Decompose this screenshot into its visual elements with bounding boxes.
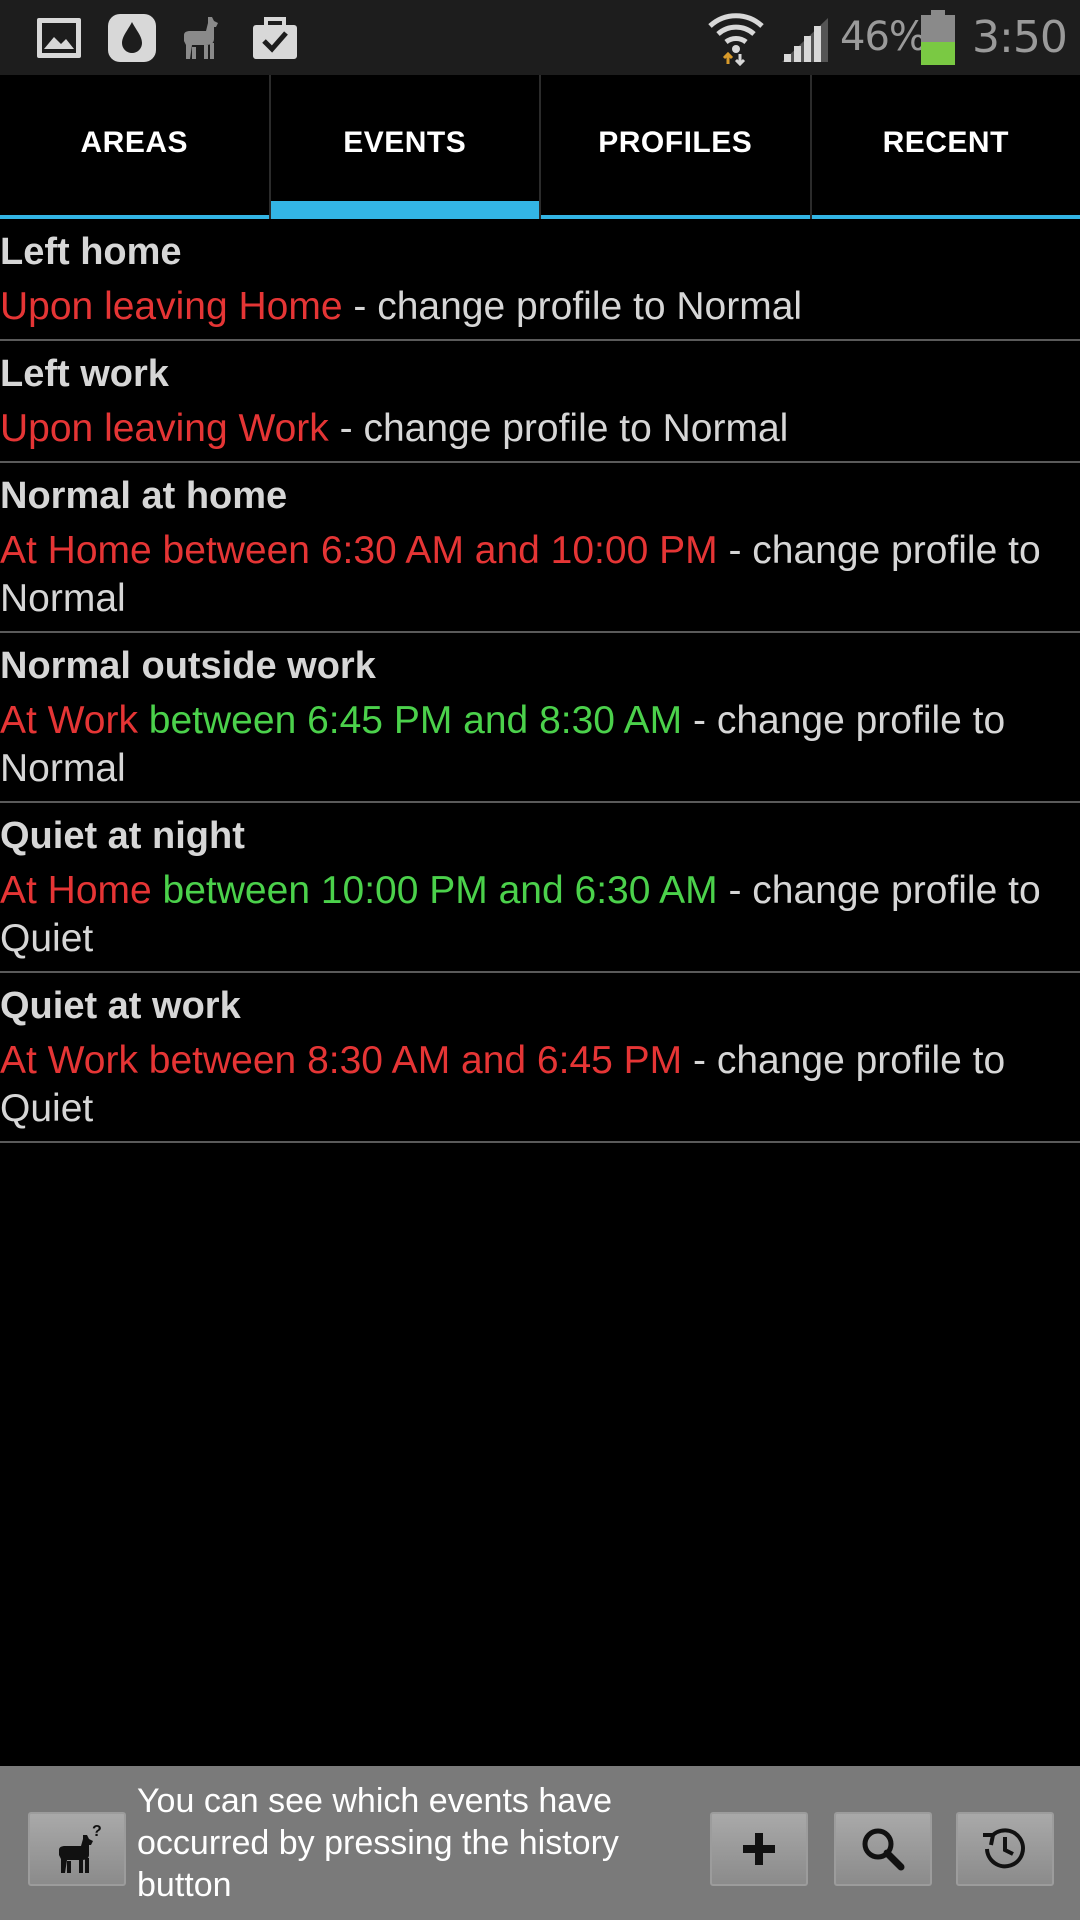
tab-bar: AREAS EVENTS PROFILES RECENT xyxy=(0,75,1080,219)
tab-label: EVENTS xyxy=(343,126,467,159)
llama-icon xyxy=(178,10,234,66)
event-description-segment: Upon leaving Work xyxy=(0,407,329,450)
search-icon xyxy=(862,1828,905,1871)
add-icon xyxy=(743,1833,775,1865)
signal-icon xyxy=(778,14,832,64)
event-description-segment: At Work xyxy=(0,699,138,742)
event-title: Left home xyxy=(0,231,182,273)
battery-percent: 46% xyxy=(840,14,927,60)
drop-icon xyxy=(106,10,162,66)
event-description-segment: - change profile to Normal xyxy=(342,285,803,328)
event-description: Upon leaving Home - change profile to No… xyxy=(0,283,1080,331)
event-title: Normal outside work xyxy=(0,645,376,687)
event-item[interactable]: Normal outside work At Work between 6:45 … xyxy=(0,633,1080,803)
history-icon xyxy=(983,1828,1025,1869)
tab-label: PROFILES xyxy=(598,126,753,159)
tab-indicator-selected xyxy=(270,201,539,219)
tab-recent[interactable]: RECENT xyxy=(811,75,1080,219)
event-description: At Home between 6:30 AM and 10:00 PM - c… xyxy=(0,527,1080,623)
event-item[interactable]: Quiet at night At Home between 10:00 PM a… xyxy=(0,803,1080,973)
history-button[interactable] xyxy=(956,1812,1054,1886)
event-description-segment: - change profile to Normal xyxy=(328,407,789,450)
hint-text: You can see which events have occurred b… xyxy=(137,1782,619,1904)
event-title: Quiet at night xyxy=(0,815,245,857)
event-item[interactable]: Normal at home At Home between 6:30 AM an… xyxy=(0,463,1080,633)
battery-icon xyxy=(918,10,958,66)
event-description: Upon leaving Work - change profile to No… xyxy=(0,405,1080,453)
svg-text:?: ? xyxy=(92,1823,102,1840)
event-item[interactable]: Left work Upon leaving Work - change prof… xyxy=(0,341,1080,463)
event-title: Quiet at work xyxy=(0,985,241,1027)
tab-profiles[interactable]: PROFILES xyxy=(541,75,812,219)
llama-menu-icon: ? xyxy=(59,1823,102,1873)
tab-label: RECENT xyxy=(882,126,1009,159)
llama-menu-button[interactable]: ? xyxy=(28,1812,126,1886)
event-description-segment: At Work between 8:30 AM and 6:45 PM xyxy=(0,1039,683,1082)
event-description: At Work between 6:45 PM and 8:30 AM - ch… xyxy=(0,697,1080,793)
event-description-segment: between 6:45 PM and 8:30 AM xyxy=(137,699,683,742)
event-item[interactable]: Left home Upon leaving Home - change prof… xyxy=(0,219,1080,341)
event-title: Normal at home xyxy=(0,475,288,517)
tab-label: AREAS xyxy=(80,126,188,159)
event-description: At Home between 10:00 PM and 6:30 AM - c… xyxy=(0,867,1080,963)
status-bar: 46% 3:50 xyxy=(0,0,1080,75)
event-description-segment: At Home between 6:30 AM and 10:00 PM xyxy=(0,529,718,572)
tab-events[interactable]: EVENTS xyxy=(270,75,541,219)
event-description-segment: Upon leaving Home xyxy=(0,285,343,328)
event-description-segment: At Home xyxy=(0,869,152,912)
task-icon xyxy=(250,10,306,66)
event-description-segment: between 10:00 PM and 6:30 AM xyxy=(151,869,718,912)
event-description: At Work between 8:30 AM and 6:45 PM - ch… xyxy=(0,1037,1080,1133)
search-button[interactable] xyxy=(834,1812,932,1886)
event-item[interactable]: Quiet at work At Work between 8:30 AM and… xyxy=(0,973,1080,1143)
gallery-icon xyxy=(34,10,90,66)
clock: 3:50 xyxy=(972,12,1068,63)
event-title: Left work xyxy=(0,353,169,395)
event-list: Left home Upon leaving Home - change prof… xyxy=(0,219,1080,1143)
wifi-icon xyxy=(706,10,766,67)
bottom-bar: ? You can see which events have occurred… xyxy=(0,1766,1080,1920)
add-button[interactable] xyxy=(710,1812,808,1886)
tab-areas[interactable]: AREAS xyxy=(0,75,271,219)
